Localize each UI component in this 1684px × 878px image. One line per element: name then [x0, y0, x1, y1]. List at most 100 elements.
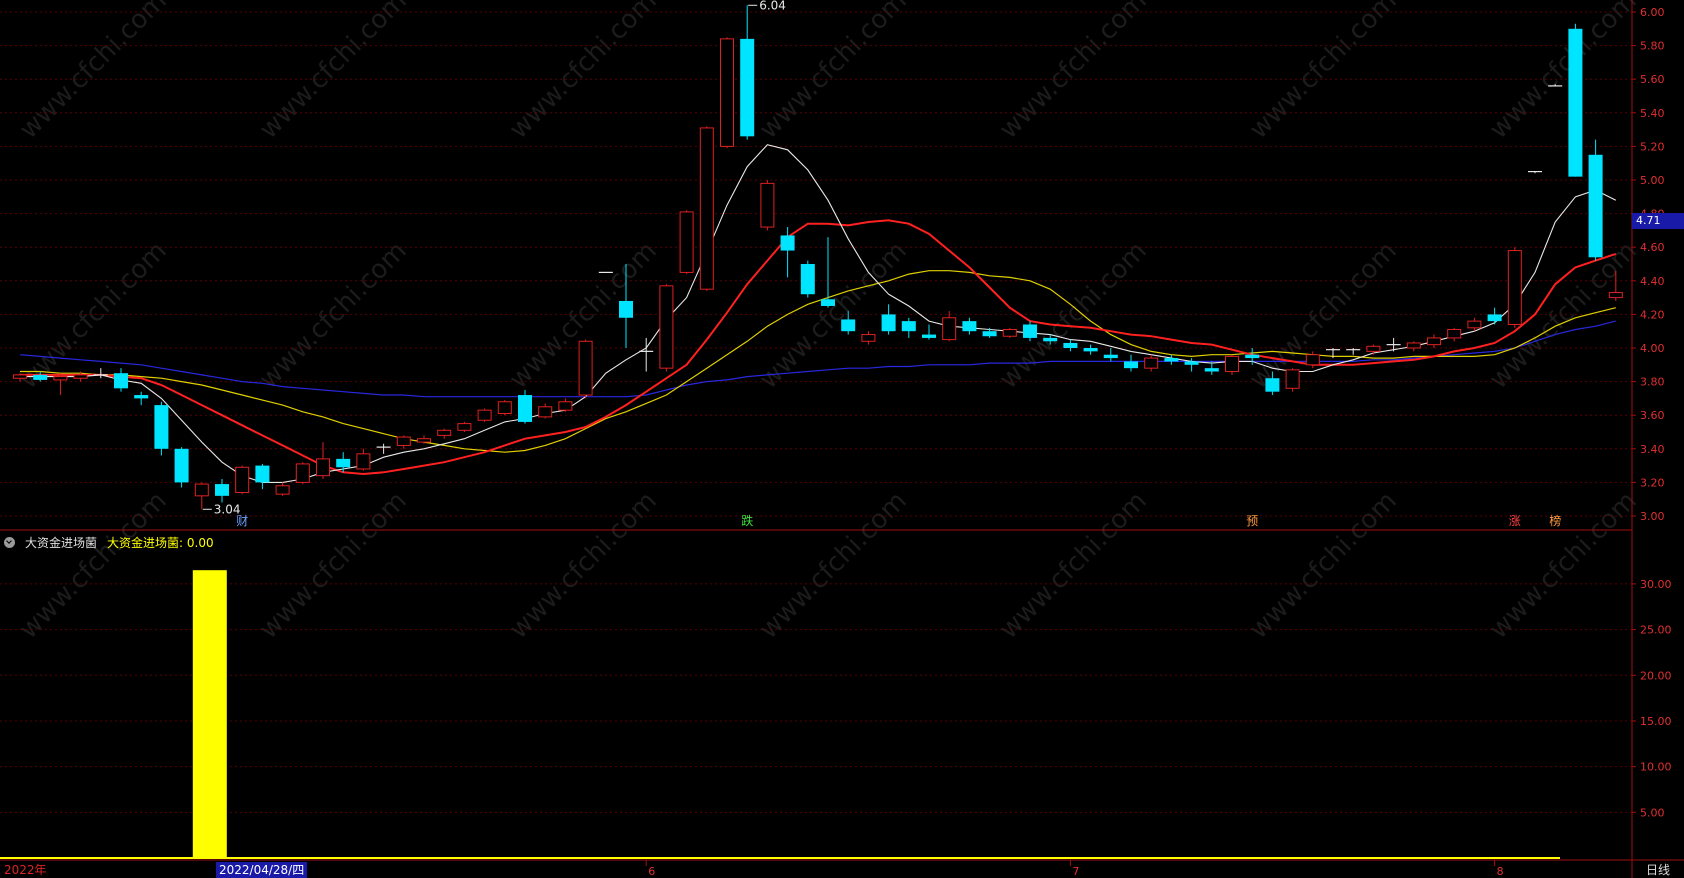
candle[interactable]: [800, 260, 815, 298]
candle-body-up: [1225, 355, 1239, 373]
candle[interactable]: [1225, 354, 1239, 375]
event-marker[interactable]: 榜: [1549, 513, 1561, 528]
candle[interactable]: [1568, 23, 1583, 177]
price-tick-label: 4.00: [1640, 342, 1665, 355]
month-label: 8: [1497, 865, 1504, 878]
candle-body-down: [1184, 361, 1199, 365]
event-marker[interactable]: 涨: [1509, 513, 1521, 528]
candle[interactable]: [235, 465, 250, 495]
candle[interactable]: [174, 447, 189, 488]
candle[interactable]: [699, 126, 714, 291]
price-tick-label: 3.80: [1640, 376, 1665, 389]
candle-body-down: [619, 300, 633, 318]
candle-body-up: [73, 374, 88, 379]
candle-body-up: [1002, 329, 1017, 337]
candle-body-down: [841, 319, 856, 332]
price-tick-label: 3.60: [1640, 409, 1665, 422]
candle-body-up: [659, 285, 674, 369]
candle-body-down: [780, 235, 795, 251]
candle[interactable]: [1002, 327, 1017, 338]
high-price-label: 6.04: [759, 0, 786, 12]
candle-body-down: [1204, 368, 1219, 372]
candle-body-down: [255, 465, 270, 483]
candle-body-up: [1285, 369, 1300, 389]
candle-body-down: [881, 314, 896, 332]
candle[interactable]: [760, 180, 775, 231]
event-marker[interactable]: 跌: [741, 513, 753, 528]
month-label: 7: [1072, 865, 1079, 878]
chart-background: [0, 0, 1684, 878]
candle-body-down: [901, 321, 916, 332]
candle-body-down: [1164, 358, 1179, 362]
candle-body-down: [1023, 324, 1037, 338]
candle-body-down: [1568, 28, 1583, 177]
candle-body-down: [982, 331, 997, 337]
candle-body-down: [1588, 154, 1603, 258]
cursor-date-label: 2022/04/28/四: [216, 862, 308, 878]
candle-body-up: [1427, 337, 1441, 346]
candle-body-down: [1487, 314, 1502, 322]
indicator-header[interactable]: 大资金进场菌 大资金进场菌: 0.00: [0, 533, 400, 551]
candle-body-down: [154, 405, 169, 449]
candle-body-down: [134, 395, 149, 399]
last-price-tag: 4.71: [1632, 213, 1684, 229]
indicator-settings-icon[interactable]: [4, 536, 15, 548]
candle[interactable]: [720, 37, 734, 149]
candle[interactable]: [497, 400, 512, 416]
candle-body-up: [1447, 329, 1462, 339]
candle-body-down: [1245, 354, 1260, 359]
candle-body-up: [457, 423, 472, 431]
candle-body-up: [13, 374, 27, 379]
price-tick-label: 3.00: [1640, 510, 1665, 523]
candle-body-down: [1103, 354, 1118, 359]
candle-body-up: [1406, 342, 1421, 349]
candle[interactable]: [1588, 139, 1603, 261]
candle-body-up: [578, 340, 593, 396]
candle-body-up: [760, 182, 775, 228]
candle-body-down: [922, 334, 936, 338]
candle[interactable]: [477, 408, 492, 422]
price-tick-label: 5.20: [1640, 140, 1665, 153]
candle-body-up: [356, 453, 371, 470]
indicator-tick-label: 15.00: [1640, 715, 1672, 728]
candle[interactable]: [154, 401, 169, 456]
indicator-value: 大资金进场菌: 0.00: [107, 535, 214, 550]
price-tick-label: 3.20: [1640, 476, 1665, 489]
price-tick-label: 3.40: [1640, 443, 1665, 456]
candle-body-down: [1043, 337, 1058, 342]
price-tick-label: 5.80: [1640, 40, 1665, 53]
candle-body-down: [336, 458, 351, 468]
candle[interactable]: [1507, 247, 1522, 328]
candle-body-up: [558, 401, 573, 411]
candle[interactable]: [457, 421, 472, 432]
price-tick-label: 4.20: [1640, 308, 1665, 321]
candle-body-down: [518, 395, 532, 422]
period-selector[interactable]: 日线: [1632, 862, 1684, 878]
candle-body-up: [437, 429, 452, 436]
candle-body-up: [1366, 345, 1381, 352]
candle-body-up: [316, 458, 330, 477]
indicator-tick-label: 5.00: [1640, 806, 1665, 819]
candle[interactable]: [659, 284, 674, 372]
candle-body-down: [1083, 348, 1098, 352]
price-tick-label: 5.40: [1640, 107, 1665, 120]
candle-body-up: [235, 466, 250, 493]
stock-chart[interactable]: www.cfchi.com www.cfchi.com www.cfchi.com w…: [0, 0, 1684, 878]
candle-body-up: [942, 317, 957, 341]
candle[interactable]: [295, 462, 310, 485]
indicator-bar: [192, 570, 227, 858]
candle-body-up: [1467, 320, 1482, 329]
candle[interactable]: [578, 339, 593, 399]
indicator-name[interactable]: 大资金进场菌: [25, 534, 97, 551]
event-marker[interactable]: 财: [236, 514, 248, 528]
event-marker[interactable]: 预: [1246, 514, 1258, 528]
candle[interactable]: [1285, 368, 1300, 392]
candle[interactable]: [518, 390, 532, 424]
indicator-tick-label: 10.00: [1640, 761, 1672, 774]
candle[interactable]: [679, 210, 694, 275]
candle-body-up: [477, 409, 492, 421]
candle-body-down: [215, 484, 229, 496]
candle-body-up: [1507, 250, 1522, 325]
candle-body-down: [174, 448, 189, 483]
candle-body-up: [699, 127, 714, 290]
